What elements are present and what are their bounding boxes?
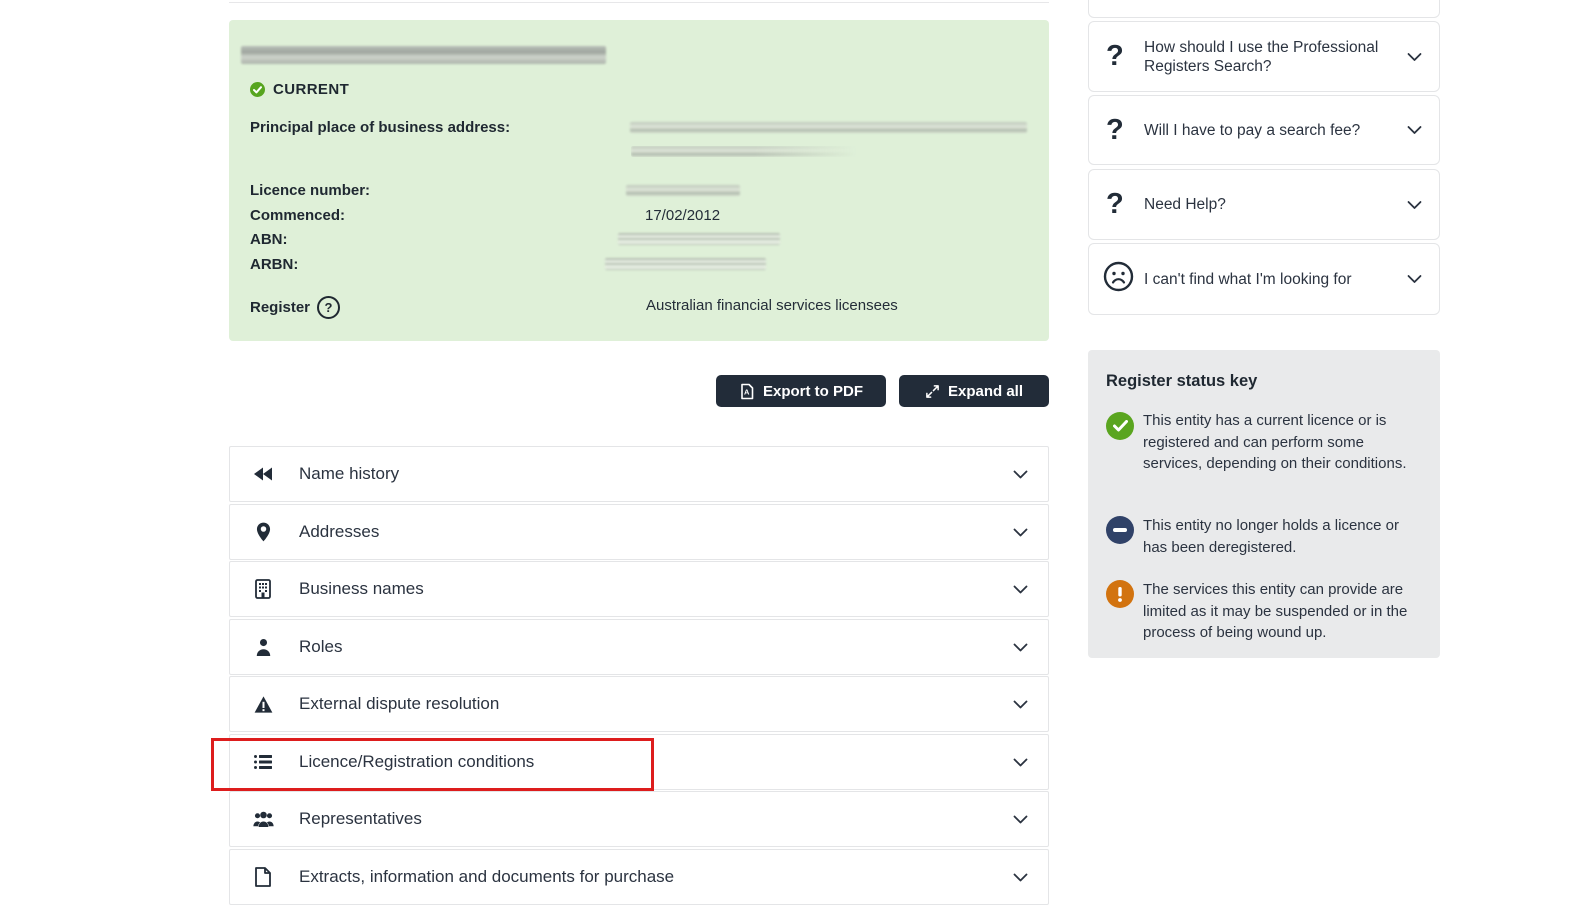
chevron-down-icon	[1013, 815, 1028, 824]
register-help-icon[interactable]: ?	[317, 296, 340, 319]
commenced-label: Commenced:	[250, 207, 345, 224]
chevron-down-icon	[1407, 126, 1422, 135]
accordion-section-label: Addresses	[299, 522, 379, 542]
chevron-down-icon	[1013, 643, 1028, 652]
status-current-icon	[1106, 412, 1134, 440]
address-label: Principal place of business address:	[250, 119, 510, 136]
export-button-label: Export to PDF	[763, 383, 863, 400]
expand-button-label: Expand all	[948, 383, 1023, 400]
status-limited-text: The services this entity can provide are…	[1143, 579, 1421, 644]
export-to-pdf-button[interactable]: A Export to PDF	[716, 375, 886, 407]
redacted-arbn	[605, 258, 766, 270]
accordion-section-label: External dispute resolution	[299, 694, 499, 714]
redacted-licence-number	[626, 185, 740, 196]
licensee-summary-card: CURRENT Principal place of business addr…	[229, 20, 1049, 341]
sidebar: ? How should I use the Professional Regi…	[1088, 0, 1440, 908]
arbn-label: ARBN:	[250, 256, 298, 273]
accordion-section-addresses[interactable]: Addresses	[229, 504, 1049, 560]
sad-face-icon	[1103, 261, 1134, 297]
question-icon: ?	[1106, 190, 1124, 219]
expand-arrows-icon	[925, 384, 940, 399]
abn-label: ABN:	[250, 231, 288, 248]
commenced-value: 17/02/2012	[645, 207, 720, 224]
status-label: CURRENT	[273, 81, 349, 98]
accordion-section-label: Representatives	[299, 809, 422, 829]
main-column: CURRENT Principal place of business addr…	[229, 0, 1049, 908]
status-key-title: Register status key	[1106, 372, 1257, 391]
chevron-down-icon	[1013, 758, 1028, 767]
redacted-abn	[618, 233, 780, 245]
toolbar: A Export to PDF Expand all	[229, 375, 1049, 407]
faq-how-to-use[interactable]: ? How should I use the Professional Regi…	[1088, 21, 1440, 92]
accordion-section-business-names[interactable]: Business names	[229, 561, 1049, 617]
accordion-section-representatives[interactable]: Representatives	[229, 791, 1049, 847]
page: CURRENT Principal place of business addr…	[0, 0, 1573, 908]
register-label: Register	[250, 299, 310, 316]
faq-search-fee[interactable]: ? Will I have to pay a search fee?	[1088, 95, 1440, 165]
people-group-icon	[252, 811, 274, 828]
accordion-section-name-history[interactable]: Name history	[229, 446, 1049, 502]
accordion-section-licence-registration-conditions[interactable]: Licence/Registration conditions	[229, 734, 1049, 790]
faq-card-partial	[1088, 0, 1440, 18]
rewind-icon	[252, 466, 274, 482]
accordion-section-label: Roles	[299, 637, 342, 657]
question-icon: ?	[1106, 42, 1124, 71]
chevron-down-icon	[1407, 200, 1422, 209]
status-badge: CURRENT	[250, 81, 349, 98]
question-icon: ?	[1106, 116, 1124, 145]
faq-label: Need Help?	[1144, 195, 1396, 214]
redacted-entity-name	[241, 46, 606, 64]
redacted-address-line-1	[630, 122, 1027, 133]
register-status-key-panel: Register status key This entity has a cu…	[1088, 350, 1440, 658]
map-pin-icon	[252, 522, 274, 542]
document-icon	[252, 867, 274, 887]
status-current-text: This entity has a current licence or is …	[1143, 410, 1421, 475]
check-circle-icon	[250, 82, 265, 97]
accordion-section-label: Business names	[299, 579, 424, 599]
divider	[229, 2, 1049, 3]
pdf-file-icon: A	[739, 383, 755, 400]
svg-text:A: A	[744, 387, 750, 396]
status-ceased-icon	[1106, 516, 1134, 544]
register-value: Australian financial services licensees	[646, 297, 898, 314]
status-limited-icon	[1106, 580, 1134, 608]
chevron-down-icon	[1013, 528, 1028, 537]
faq-label: Will I have to pay a search fee?	[1144, 121, 1396, 140]
list-icon	[252, 754, 274, 770]
accordion-section-roles[interactable]: Roles	[229, 619, 1049, 675]
accordion-section-label: Name history	[299, 464, 399, 484]
expand-all-button[interactable]: Expand all	[899, 375, 1049, 407]
person-icon	[252, 638, 274, 657]
faq-label: How should I use the Professional Regist…	[1144, 38, 1396, 76]
licence-number-label: Licence number:	[250, 182, 370, 199]
faq-cant-find[interactable]: I can't find what I'm looking for	[1088, 243, 1440, 315]
chevron-down-icon	[1013, 585, 1028, 594]
chevron-down-icon	[1013, 873, 1028, 882]
faq-label: I can't find what I'm looking for	[1144, 270, 1396, 289]
accordion-section-label: Licence/Registration conditions	[299, 752, 534, 772]
status-ceased-text: This entity no longer holds a licence or…	[1143, 515, 1421, 558]
chevron-down-icon	[1013, 470, 1028, 479]
accordion-section-label: Extracts, information and documents for …	[299, 867, 674, 887]
warning-triangle-icon	[252, 696, 274, 713]
accordion-section-external-dispute-resolution[interactable]: External dispute resolution	[229, 676, 1049, 732]
accordion-section-extracts-documents[interactable]: Extracts, information and documents for …	[229, 849, 1049, 905]
chevron-down-icon	[1013, 700, 1028, 709]
chevron-down-icon	[1407, 275, 1422, 284]
chevron-down-icon	[1407, 52, 1422, 61]
faq-need-help[interactable]: ? Need Help?	[1088, 169, 1440, 240]
redacted-address-line-2	[631, 146, 857, 157]
register-row: Register ?	[250, 296, 340, 319]
building-icon	[252, 579, 274, 599]
